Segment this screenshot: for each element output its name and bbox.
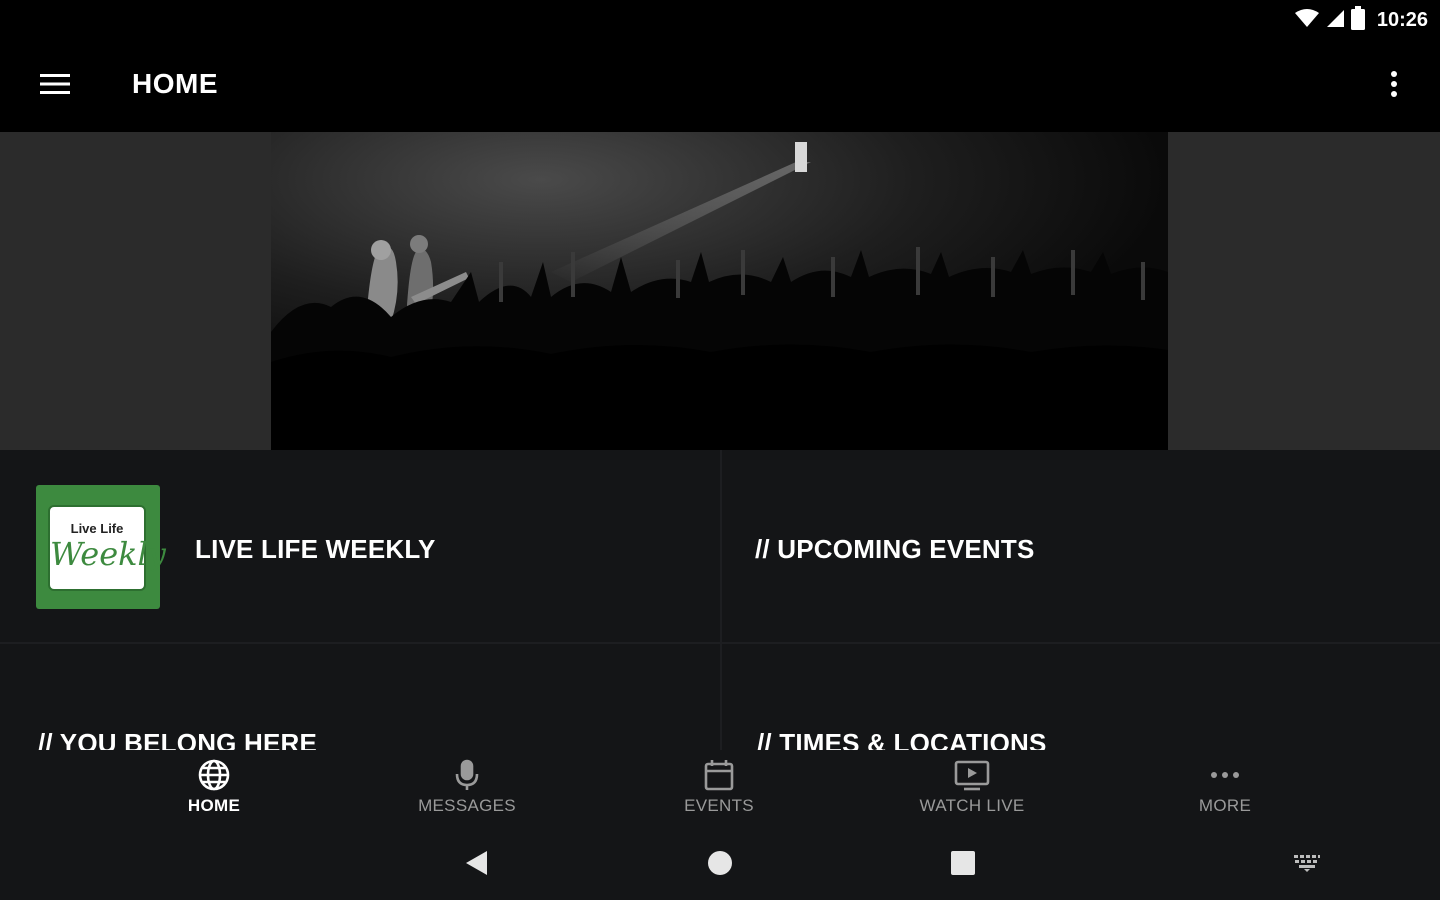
nav-label: MESSAGES (418, 796, 516, 815)
nav-watch-live[interactable]: WATCH LIVE (872, 750, 1072, 830)
status-time: 10:26 (1376, 8, 1428, 31)
back-icon (463, 849, 489, 882)
nav-label: EVENTS (684, 796, 754, 815)
tile-title: // TIMES & LOCATIONS (757, 728, 1047, 750)
more-vert-icon (1390, 70, 1398, 103)
home-tiles-grid: Live Life Weekly LIVE LIFE WEEKLY // UPC… (0, 450, 1440, 750)
recents-button[interactable] (943, 848, 983, 882)
tile-times-locations[interactable]: // TIMES & LOCATIONS (722, 644, 1440, 750)
tile-you-belong-here[interactable]: // YOU BELONG HERE (0, 644, 720, 750)
logo-small-text: Live Life (70, 521, 124, 536)
tile-title: // YOU BELONG HERE (38, 728, 318, 750)
system-navigation-bar (0, 830, 1440, 900)
cell-signal-icon (1325, 8, 1345, 33)
microphone-icon (454, 758, 480, 792)
logo-card: Live Life Weekly (48, 505, 166, 591)
home-button[interactable] (700, 848, 740, 882)
wifi-icon (1294, 8, 1319, 33)
tile-live-life-weekly[interactable]: Live Life Weekly LIVE LIFE WEEKLY (0, 450, 720, 642)
calendar-icon (704, 758, 734, 792)
back-button[interactable] (456, 848, 496, 882)
hamburger-menu-icon (40, 72, 70, 101)
tile-upcoming-events[interactable]: // UPCOMING EVENTS (722, 450, 1440, 642)
concert-crowd-photo[interactable] (271, 132, 1168, 450)
status-bar: 10:26 (0, 0, 1440, 40)
keyboard-button[interactable] (1287, 848, 1327, 882)
nav-label: MORE (1198, 796, 1252, 815)
recents-square-icon (950, 850, 976, 881)
more-horiz-icon (1209, 758, 1241, 792)
overflow-menu-button[interactable] (1376, 62, 1412, 110)
nav-events[interactable]: EVENTS (619, 750, 819, 830)
tile-title: // UPCOMING EVENTS (755, 534, 1035, 564)
home-circle-icon (707, 850, 733, 881)
bottom-navigation: HOME MESSAGES EVENTS WATCH LIVE MORE (0, 750, 1440, 830)
nav-more[interactable]: MORE (1125, 750, 1325, 830)
globe-icon (198, 758, 230, 792)
nav-messages[interactable]: MESSAGES (367, 750, 567, 830)
nav-label: WATCH LIVE (919, 796, 1025, 815)
nav-home[interactable]: HOME (114, 750, 314, 830)
status-icons: 10:26 (1294, 5, 1428, 35)
app-bar: HOME (0, 40, 1440, 132)
tile-title: LIVE LIFE WEEKLY (195, 534, 436, 564)
live-life-weekly-logo: Live Life Weekly (36, 485, 166, 609)
battery-icon (1350, 5, 1365, 35)
keyboard-icon (1293, 853, 1321, 878)
hero-banner (0, 132, 1440, 450)
menu-button[interactable] (24, 62, 84, 110)
nav-label: HOME (187, 796, 241, 815)
tv-play-icon (954, 758, 990, 792)
logo-script-text: Weekly (50, 535, 166, 573)
page-title: HOME (132, 68, 218, 99)
